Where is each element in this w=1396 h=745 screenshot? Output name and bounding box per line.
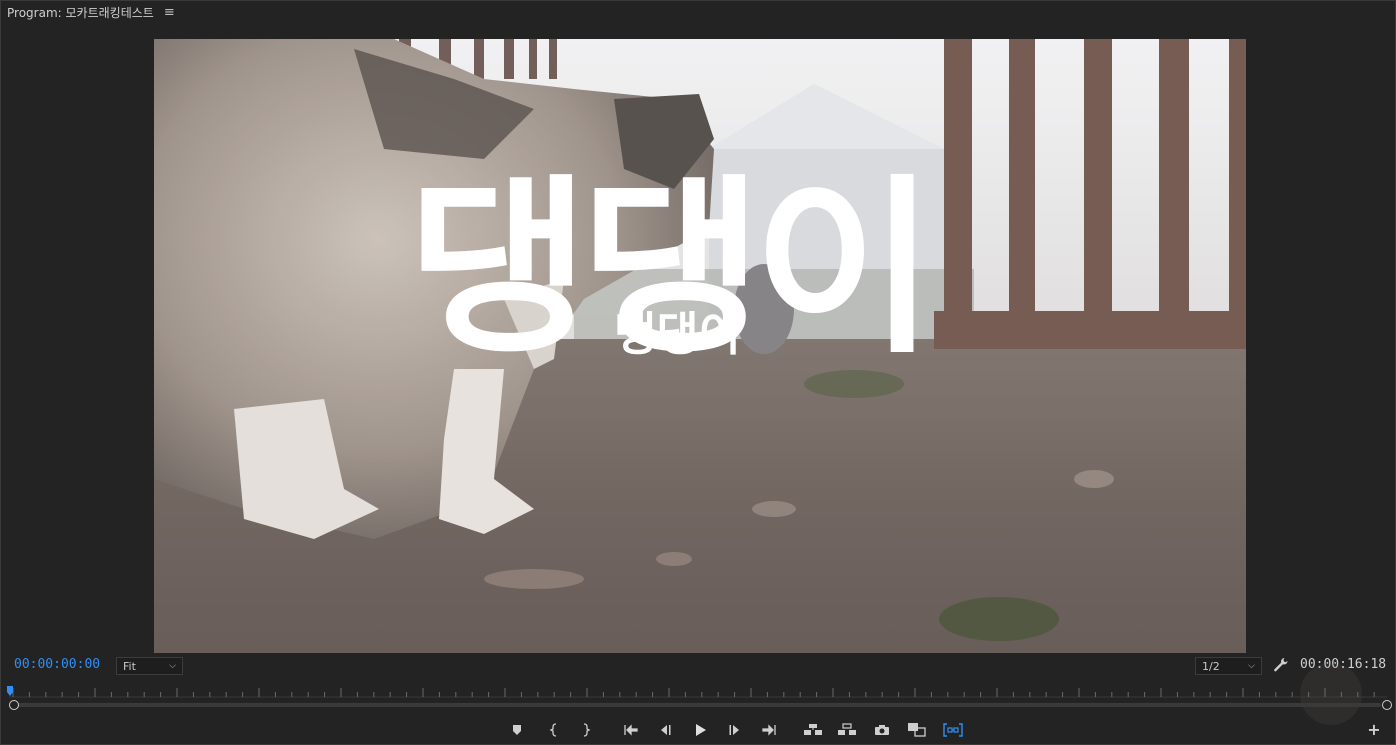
zoom-scroll-left-handle[interactable] <box>9 700 19 710</box>
go-to-in-button[interactable] <box>621 721 641 739</box>
playback-resolution-select[interactable]: 1/2 ⌵ <box>1195 657 1262 675</box>
lift-button[interactable] <box>803 721 823 739</box>
extract-icon <box>838 723 856 735</box>
mark-in-icon <box>549 723 557 737</box>
comparison-icon <box>908 723 926 737</box>
camera-icon <box>875 725 889 735</box>
export-frame-button[interactable] <box>872 721 892 739</box>
video-frame <box>154 39 1246 653</box>
add-marker-button[interactable] <box>507 721 527 739</box>
button-editor-plus-icon[interactable]: + <box>1367 722 1381 738</box>
go-to-out-button[interactable] <box>759 721 779 739</box>
marker-icon <box>513 725 521 735</box>
mark-in-button[interactable] <box>544 721 564 739</box>
zoom-level-select[interactable]: Fit ⌵ <box>116 657 183 675</box>
step-back-icon <box>661 725 671 735</box>
time-ruler[interactable] <box>9 683 1387 713</box>
play-icon <box>696 724 706 736</box>
step-back-button[interactable] <box>655 721 675 739</box>
zoom-scroll-track[interactable] <box>15 703 1381 707</box>
zoom-level-value: Fit <box>123 659 136 673</box>
lift-icon <box>804 724 822 735</box>
panel-header: Program: 모카트래킹테스트 ≡ <box>1 1 1396 23</box>
chevron-down-icon: ⌵ <box>169 661 176 671</box>
go-to-in-icon <box>624 724 638 736</box>
go-to-out-icon <box>762 724 776 736</box>
proxy-toggle-button[interactable] <box>943 721 963 739</box>
chevron-down-icon: ⌵ <box>1248 661 1255 671</box>
step-forward-button[interactable] <box>725 721 745 739</box>
panel-title[interactable]: Program: 모카트래킹테스트 <box>7 4 154 21</box>
mark-out-icon <box>583 723 591 737</box>
zoom-scroll-right-handle[interactable] <box>1382 700 1392 710</box>
play-button[interactable] <box>690 721 710 739</box>
comparison-view-button[interactable] <box>907 721 927 739</box>
mark-out-button[interactable] <box>576 721 596 739</box>
video-viewport[interactable]: 댕댕이 댕댕이 <box>154 39 1246 653</box>
current-timecode[interactable]: 00:00:00:00 <box>14 657 100 672</box>
hamburger-icon[interactable]: ≡ <box>164 5 175 20</box>
step-forward-icon <box>729 725 739 735</box>
settings-wrench-icon[interactable] <box>1272 656 1290 674</box>
proxy-icon <box>943 723 963 737</box>
playback-resolution-value: 1/2 <box>1202 659 1220 673</box>
program-monitor-panel: Program: 모카트래킹테스트 ≡ 댕댕이 댕댕이 00:00:00:00 … <box>0 0 1396 745</box>
extract-button[interactable] <box>837 721 857 739</box>
